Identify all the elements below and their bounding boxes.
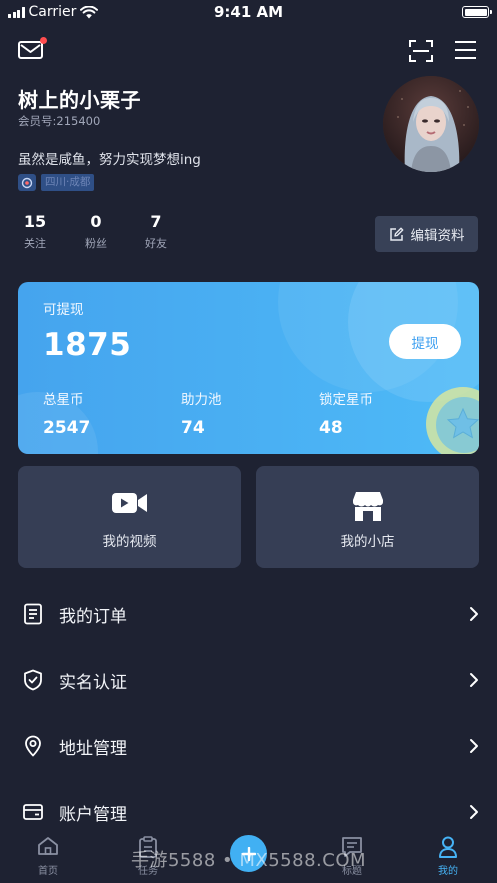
- scan-icon[interactable]: [409, 40, 433, 66]
- status-bar: Carrier 9:41 AM: [0, 0, 497, 24]
- locked-coins-value: 48: [319, 418, 343, 438]
- menu-label: 实名认证: [59, 673, 127, 693]
- my-store-label: 我的小店: [340, 534, 395, 550]
- stat-following[interactable]: 15 关注: [15, 212, 55, 251]
- stat-followers[interactable]: 0 粉丝: [76, 212, 116, 251]
- wallet-card-icon: [23, 804, 43, 820]
- username: 树上的小栗子: [18, 88, 141, 112]
- bio: 虽然是咸鱼，努力实现梦想ing: [18, 152, 201, 168]
- menu-real-name-verification[interactable]: 实名认证: [0, 658, 497, 702]
- boost-pool-value: 74: [181, 418, 205, 438]
- menu-address-management[interactable]: 地址管理: [0, 724, 497, 768]
- stat-label: 好友: [145, 237, 167, 250]
- wallet-card: 可提现 1875 提现 总星币 2547 助力池 74 锁定星币 48: [18, 282, 479, 454]
- stat-label: 关注: [24, 237, 46, 250]
- edit-profile-button[interactable]: 编辑资料: [375, 216, 478, 252]
- my-videos-label: 我的视频: [102, 534, 157, 550]
- notification-dot: [40, 37, 47, 44]
- order-document-icon: [24, 603, 42, 625]
- mail-icon[interactable]: [18, 37, 47, 64]
- stat-value: 0: [90, 212, 102, 231]
- battery-icon: [462, 6, 492, 18]
- star-icon: [446, 407, 479, 439]
- menu-my-orders[interactable]: 我的订单: [0, 592, 497, 636]
- stat-label: 粉丝: [85, 237, 107, 250]
- edit-icon: [389, 227, 403, 241]
- chevron-right-icon: [470, 805, 478, 819]
- menu-icon[interactable]: [454, 40, 477, 64]
- stat-value: 7: [150, 212, 162, 231]
- location-badge: 四川·成都: [18, 174, 95, 191]
- withdrawable-label: 可提现: [43, 302, 84, 318]
- total-coins-label: 总星币: [43, 392, 84, 408]
- withdraw-button[interactable]: 提现: [389, 324, 461, 359]
- avatar[interactable]: [383, 76, 479, 172]
- shield-check-icon: [24, 669, 42, 691]
- edit-profile-label: 编辑资料: [410, 228, 465, 244]
- menu-label: 地址管理: [59, 739, 127, 759]
- chevron-right-icon: [470, 673, 478, 687]
- status-time: 9:41 AM: [213, 3, 284, 21]
- chevron-right-icon: [470, 739, 478, 753]
- my-videos-tile[interactable]: 我的视频: [18, 466, 241, 568]
- boost-pool-label: 助力池: [181, 392, 222, 408]
- total-coins-value: 2547: [43, 418, 91, 438]
- store-icon: [352, 492, 383, 521]
- location-icon: [18, 174, 36, 191]
- my-store-tile[interactable]: 我的小店: [256, 466, 479, 568]
- watermark: 手游5588 • MX5588.COM: [130, 850, 367, 871]
- stat-friends[interactable]: 7 好友: [136, 212, 176, 251]
- withdrawable-amount: 1875: [43, 327, 132, 363]
- menu-label: 账户管理: [59, 805, 127, 825]
- location-pin-icon: [25, 735, 41, 757]
- location-text: 四川·成都: [41, 174, 95, 191]
- video-camera-icon: [111, 493, 147, 513]
- member-id: 会员号:215400: [18, 114, 101, 128]
- menu-label: 我的订单: [59, 607, 127, 627]
- stat-value: 15: [23, 212, 47, 231]
- chevron-right-icon: [470, 607, 478, 621]
- locked-coins-label: 锁定星币: [319, 392, 373, 408]
